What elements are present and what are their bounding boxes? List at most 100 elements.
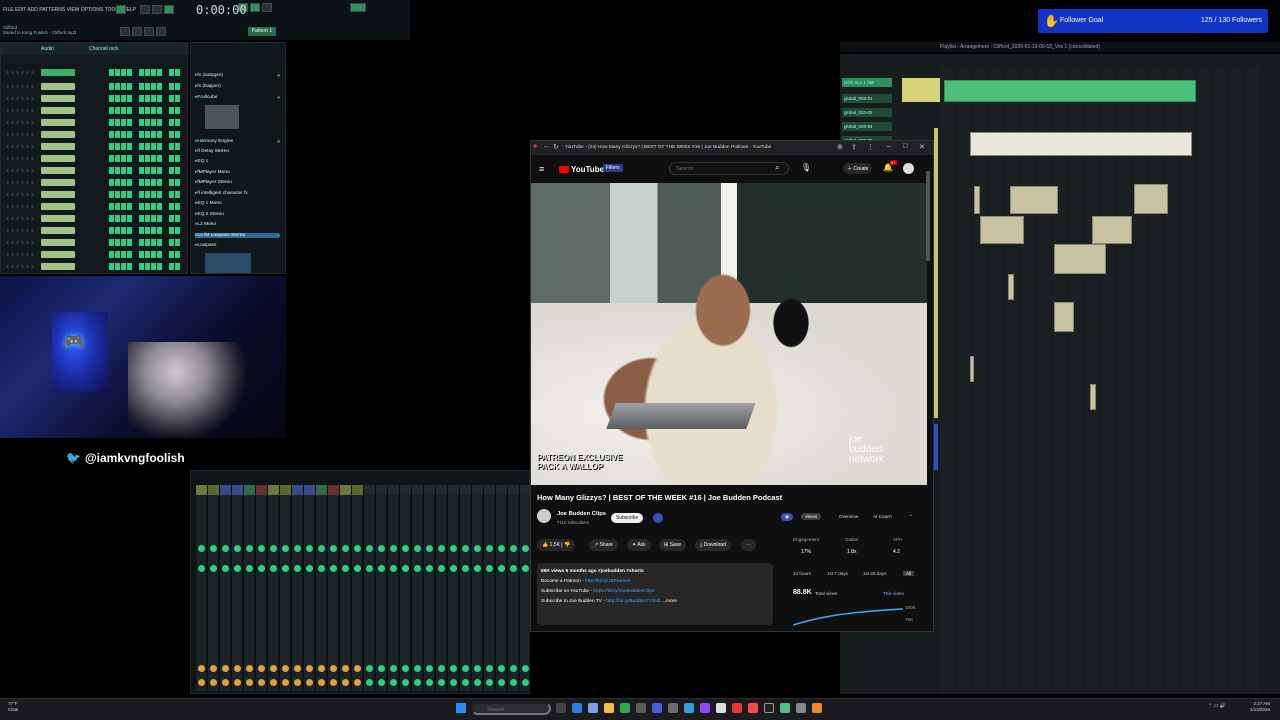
- channel-rack-group[interactable]: Audio: [41, 46, 54, 52]
- mixer-knob[interactable]: [294, 565, 301, 572]
- step-sequencer[interactable]: [109, 167, 181, 174]
- mixer-knob[interactable]: [486, 679, 493, 686]
- mixer-knob[interactable]: [390, 665, 397, 672]
- mixer-knob[interactable]: [330, 565, 337, 572]
- mixer-track[interactable]: [291, 485, 303, 691]
- file-explorer-icon[interactable]: [604, 703, 614, 713]
- app-icon[interactable]: [748, 703, 758, 713]
- mixer-track-header[interactable]: [208, 485, 219, 495]
- step-sequencer[interactable]: [109, 107, 181, 114]
- mixer-knob[interactable]: [474, 545, 481, 552]
- app-icon[interactable]: [796, 703, 806, 713]
- tool-button[interactable]: [144, 27, 154, 36]
- mixer-track[interactable]: [507, 485, 519, 691]
- mixer-knob[interactable]: [414, 665, 421, 672]
- mixer-knob[interactable]: [450, 679, 457, 686]
- mixer-knob[interactable]: [198, 665, 205, 672]
- pattern-song-toggle[interactable]: [116, 5, 126, 14]
- playlist-grid[interactable]: [940, 66, 1260, 694]
- extension-badge-icon[interactable]: [653, 513, 663, 523]
- mixer-knob[interactable]: [402, 665, 409, 672]
- metronome-button[interactable]: [250, 3, 260, 12]
- browser-item[interactable]: Lowpass: [195, 243, 216, 248]
- step-sequencer[interactable]: [109, 215, 181, 222]
- app-icon[interactable]: [780, 703, 790, 713]
- discord-icon[interactable]: [652, 703, 662, 713]
- mixer-knob[interactable]: [258, 565, 265, 572]
- mixer-knob[interactable]: [462, 565, 469, 572]
- mixer-knob[interactable]: [222, 665, 229, 672]
- channel-name-button[interactable]: [41, 167, 75, 174]
- playlist-track-label[interactable]: global_003-01: [842, 94, 892, 103]
- mixer-knob[interactable]: [438, 565, 445, 572]
- mixer-knob[interactable]: [318, 545, 325, 552]
- step-sequencer[interactable]: [109, 155, 181, 162]
- channel-name-button[interactable]: [41, 203, 75, 210]
- avatar[interactable]: [903, 163, 914, 174]
- store-icon[interactable]: [588, 703, 598, 713]
- favorite-star-icon[interactable]: ★: [277, 95, 281, 101]
- weather-widget[interactable]: 77°F Clear: [8, 701, 19, 713]
- mixer-track-header[interactable]: [400, 485, 411, 495]
- mixer-track[interactable]: [303, 485, 315, 691]
- channel-name-button[interactable]: [41, 95, 75, 102]
- tool-button[interactable]: [132, 27, 142, 36]
- mixer-knob[interactable]: [402, 545, 409, 552]
- mixer-track-header[interactable]: [412, 485, 423, 495]
- taskbar-clock[interactable]: 2:27 AM 1/13/2026: [1250, 701, 1270, 713]
- mixer-track[interactable]: [315, 485, 327, 691]
- app-icon[interactable]: [716, 703, 726, 713]
- youtube-icon[interactable]: [732, 703, 742, 713]
- task-view-icon[interactable]: [556, 703, 566, 713]
- mixer-track-header[interactable]: [220, 485, 231, 495]
- favorite-star-icon[interactable]: ★: [277, 233, 281, 239]
- mixer-knob[interactable]: [210, 679, 217, 686]
- channel-controls[interactable]: [5, 119, 35, 126]
- mixer-knob[interactable]: [462, 665, 469, 672]
- tab-overview[interactable]: Overview: [835, 513, 862, 520]
- mixer-knob[interactable]: [270, 679, 277, 686]
- mixer-knob[interactable]: [294, 665, 301, 672]
- mixer-track-header[interactable]: [376, 485, 387, 495]
- midi-clip[interactable]: [980, 216, 1024, 244]
- mixer-track-header[interactable]: [388, 485, 399, 495]
- tiktok-icon[interactable]: [764, 703, 774, 713]
- midi-clip[interactable]: [1092, 216, 1132, 244]
- mixer-knob[interactable]: [366, 565, 373, 572]
- mixer-knob[interactable]: [282, 545, 289, 552]
- channel-controls[interactable]: [5, 131, 35, 138]
- mixer-track-header[interactable]: [328, 485, 339, 495]
- mic-icon[interactable]: 🎙: [801, 163, 811, 172]
- loop-button[interactable]: [262, 3, 272, 12]
- mixer-knob[interactable]: [378, 545, 385, 552]
- playlist-track-label[interactable]: global_003-04: [842, 122, 892, 131]
- step-sequencer[interactable]: [109, 227, 181, 234]
- mixer-track-header[interactable]: [364, 485, 375, 495]
- browser-item[interactable]: fMPlayer Stereo: [195, 180, 231, 185]
- mixer-knob[interactable]: [438, 679, 445, 686]
- mixer-track[interactable]: [243, 485, 255, 691]
- channel-row[interactable]: [5, 251, 185, 259]
- channel-name-button[interactable]: [41, 227, 75, 234]
- step-sequencer[interactable]: [109, 95, 181, 102]
- video-player[interactable]: PATREON EXCLUSIVE PACK A WALLOP joe budd…: [531, 183, 927, 485]
- mixer-track[interactable]: [207, 485, 219, 691]
- mixer-knob[interactable]: [462, 545, 469, 552]
- mixer-knob[interactable]: [450, 545, 457, 552]
- mixer-track-header[interactable]: [508, 485, 519, 495]
- save-button[interactable]: ⊞ Save: [659, 539, 686, 551]
- channel-row[interactable]: [5, 263, 185, 271]
- youtube-subscribe-link[interactable]: https://bit.ly/JoeBuddenClips: [593, 589, 654, 594]
- channel-name-button[interactable]: [41, 263, 75, 270]
- channel-row[interactable]: [5, 227, 185, 235]
- midi-clip[interactable]: [1054, 244, 1106, 274]
- taskbar-search-input[interactable]: [471, 702, 551, 715]
- mixer-knob[interactable]: [354, 679, 361, 686]
- channel-row[interactable]: [5, 179, 185, 187]
- browser-item[interactable]: fl intelligent character fx: [195, 191, 247, 196]
- channel-controls[interactable]: [5, 167, 35, 174]
- midi-clip[interactable]: [1090, 384, 1096, 410]
- mixer-knob[interactable]: [342, 565, 349, 572]
- mixer-track-header[interactable]: [268, 485, 279, 495]
- mixer-knob[interactable]: [522, 565, 529, 572]
